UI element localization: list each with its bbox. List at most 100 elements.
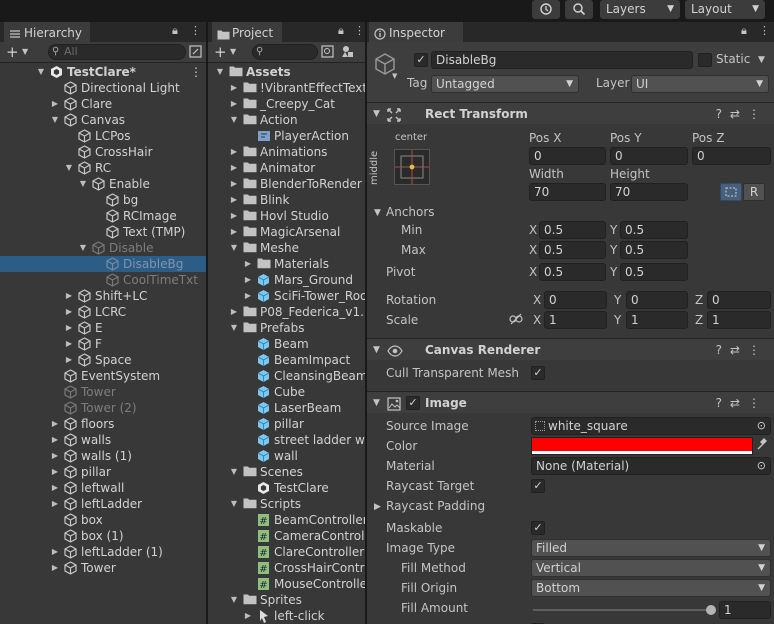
hierarchy-item[interactable]: ▶ Shift+LC (0, 288, 206, 304)
chevron-right-icon[interactable]: ▶ (64, 336, 74, 352)
project-item[interactable]: ▶ BlenderToRender (208, 176, 365, 192)
chevron-right-icon[interactable]: ▶ (50, 416, 60, 432)
project-item[interactable]: ▼ Scripts (208, 496, 365, 512)
chevron-down-icon[interactable]: ▼ (22, 47, 28, 56)
search-by-label-icon[interactable] (341, 45, 354, 61)
fill-amount-slider-thumb[interactable] (706, 605, 716, 615)
project-item[interactable]: ▼ Scenes (208, 464, 365, 480)
project-item[interactable]: # BeamController (208, 512, 365, 528)
tag-dropdown[interactable]: Untagged ▼ (431, 75, 579, 93)
height-field[interactable]: 70 (610, 183, 688, 201)
search-icon[interactable] (565, 0, 593, 19)
chevron-right-icon[interactable]: ▶ (50, 544, 60, 560)
hierarchy-item[interactable]: ▶ walls (1) (0, 448, 206, 464)
hierarchy-item[interactable]: ▶ floors (0, 416, 206, 432)
chevron-down-icon[interactable]: ▼ (78, 240, 88, 256)
tab-inspector[interactable]: Inspector (369, 22, 463, 42)
rotation-y-field[interactable]: 0 (626, 291, 688, 309)
kebab-menu-icon[interactable]: ⋮ (759, 24, 770, 37)
project-item[interactable]: ▶ left-click (208, 608, 365, 624)
project-item[interactable]: ▶ Materials (208, 256, 365, 272)
hierarchy-item[interactable]: ▶ LCRC (0, 304, 206, 320)
project-item[interactable]: wall (208, 448, 365, 464)
project-item[interactable]: # MouseController (208, 576, 365, 592)
chevron-right-icon[interactable]: ▶ (243, 608, 253, 624)
hierarchy-item[interactable]: CrossHair (0, 144, 206, 160)
fill-origin-dropdown[interactable]: Bottom ▼ (531, 579, 771, 597)
rotation-x-field[interactable]: 0 (544, 291, 607, 309)
image-header[interactable]: ▼ ✓ Image ?⇄⋮ (367, 391, 774, 413)
chevron-right-icon[interactable]: ▶ (229, 192, 239, 208)
project-search-input[interactable]: ⚲ (252, 44, 318, 60)
hierarchy-item[interactable]: ▶ leftLadder (1) (0, 544, 206, 560)
fill-amount-field[interactable]: 1 (719, 601, 771, 619)
chevron-down-icon[interactable]: ▼ (229, 240, 239, 256)
hierarchy-item[interactable]: ▶ walls (0, 432, 206, 448)
chevron-right-icon[interactable]: ▶ (50, 448, 60, 464)
project-item[interactable]: ▶ SciFi-Tower_Roo (208, 288, 365, 304)
chevron-right-icon[interactable]: ▶ (50, 480, 60, 496)
chevron-down-icon[interactable]: ▼ (230, 47, 236, 56)
hierarchy-item[interactable]: EventSystem (0, 368, 206, 384)
project-item[interactable]: ▶ !VibrantEffectTextu (208, 80, 365, 96)
hierarchy-item[interactable]: LCPos (0, 128, 206, 144)
hierarchy-item[interactable]: ▼ TestClare* ⋮ (0, 64, 206, 80)
chevron-right-icon[interactable]: ▶ (229, 160, 239, 176)
project-item[interactable]: ▶ _Creepy_Cat (208, 96, 365, 112)
project-item[interactable]: ▶ MagicArsenal (208, 224, 365, 240)
component-header-icons[interactable]: ?⇄⋮ (716, 103, 768, 125)
chevron-right-icon[interactable]: ▶ (374, 502, 381, 512)
pos-x-field[interactable]: 0 (529, 147, 606, 165)
hierarchy-item[interactable]: ▼ Disable (0, 240, 206, 256)
project-item[interactable]: ▶ Animations (208, 144, 365, 160)
chevron-down-icon[interactable]: ▼ (229, 112, 239, 128)
project-item[interactable]: pillar (208, 416, 365, 432)
kebab-menu-icon[interactable]: ⋮ (190, 24, 201, 37)
project-item[interactable]: Beam (208, 336, 365, 352)
object-name-field[interactable]: DisableBg (431, 51, 693, 69)
chevron-right-icon[interactable]: ▶ (50, 496, 60, 512)
hierarchy-item[interactable]: ▶ E (0, 320, 206, 336)
link-scale-icon[interactable] (509, 313, 523, 328)
project-item[interactable]: BeamImpact (208, 352, 365, 368)
chevron-down-icon[interactable]: ▼ (229, 496, 239, 512)
anchor-min-y-field[interactable]: 0.5 (620, 221, 688, 239)
hierarchy-item[interactable]: Tower (0, 384, 206, 400)
project-item[interactable]: PlayerAction (208, 128, 365, 144)
history-icon[interactable] (532, 0, 560, 19)
chevron-right-icon[interactable]: ▶ (64, 352, 74, 368)
chevron-right-icon[interactable]: ▶ (50, 96, 60, 112)
project-item[interactable]: ▶ Animator (208, 160, 365, 176)
scale-x-field[interactable]: 1 (544, 311, 607, 329)
image-type-dropdown[interactable]: Filled ▼ (531, 539, 771, 557)
tab-hierarchy[interactable]: Hierarchy (4, 22, 90, 42)
project-item[interactable]: ▼ Assets (208, 64, 365, 80)
chevron-right-icon[interactable]: ▶ (64, 304, 74, 320)
lock-icon[interactable]: 🔒︎ (338, 24, 344, 38)
project-item[interactable]: ▼ Prefabs (208, 320, 365, 336)
chevron-down-icon[interactable]: ▼ (64, 160, 74, 176)
static-checkbox[interactable] (698, 53, 712, 67)
hierarchy-item[interactable]: ▶ leftLadder (0, 496, 206, 512)
blueprint-mode-button[interactable] (720, 183, 742, 201)
hierarchy-item[interactable]: Tower (2) (0, 400, 206, 416)
rect-transform-header[interactable]: ▼ Rect Transform ?⇄⋮ (367, 102, 774, 124)
anchor-max-y-field[interactable]: 0.5 (620, 241, 688, 259)
color-swatch[interactable] (531, 437, 753, 455)
hierarchy-item[interactable]: ▼ Canvas (0, 112, 206, 128)
chevron-right-icon[interactable]: ▶ (243, 272, 253, 288)
chevron-right-icon[interactable]: ▶ (229, 96, 239, 112)
pivot-x-field[interactable]: 0.5 (539, 263, 606, 281)
chevron-right-icon[interactable]: ▶ (50, 432, 60, 448)
fill-method-dropdown[interactable]: Vertical ▼ (531, 559, 771, 577)
project-item[interactable]: CleansingBeam (208, 368, 365, 384)
project-item[interactable]: Cube (208, 384, 365, 400)
chevron-right-icon[interactable]: ▶ (50, 464, 60, 480)
scene-visibility-icon[interactable] (189, 45, 202, 61)
hierarchy-item[interactable]: RCImage (0, 208, 206, 224)
layer-dropdown[interactable]: UI ▼ (631, 75, 769, 93)
lock-icon[interactable]: 🔒︎ (741, 24, 747, 38)
pos-y-field[interactable]: 0 (610, 147, 688, 165)
project-item[interactable]: ▶ Mars_Ground (208, 272, 365, 288)
pivot-y-field[interactable]: 0.5 (620, 263, 688, 281)
